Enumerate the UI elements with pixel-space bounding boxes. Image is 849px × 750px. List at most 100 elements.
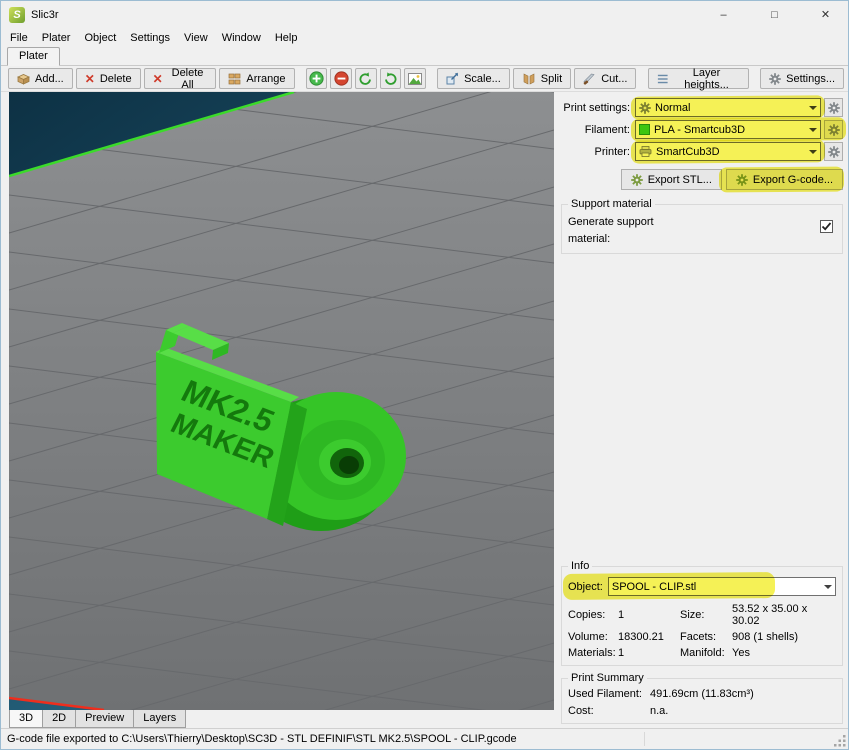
window-title: Slic3r <box>31 8 59 21</box>
object-select[interactable]: SPOOL - CLIP.stl <box>607 577 836 596</box>
menu-window[interactable]: Window <box>215 30 268 46</box>
add-button[interactable]: Add... <box>8 68 73 89</box>
tab-2d[interactable]: 2D <box>42 710 77 728</box>
app-icon: S <box>9 6 25 23</box>
filament-select[interactable]: PLA - Smartcub3D <box>635 120 821 139</box>
menu-plater[interactable]: Plater <box>35 30 78 46</box>
view-tabs: 3D 2D Preview Layers <box>9 710 554 728</box>
export-buttons-row: Export STL... Export G-code... <box>561 169 843 190</box>
arrange-button[interactable]: Arrange <box>219 68 295 89</box>
panel-spacer <box>561 254 843 554</box>
cut-button[interactable]: Cut... <box>574 68 637 89</box>
object-value: SPOOL - CLIP.stl <box>611 580 697 593</box>
export-stl-label: Export STL... <box>647 173 712 186</box>
support-row: Generate support material: <box>568 212 836 247</box>
settings-panel: Print settings: Normal Filament: PLA - S… <box>554 92 848 728</box>
chevron-down-icon[interactable] <box>820 578 835 595</box>
materials-label: Materials: <box>568 647 616 659</box>
3d-viewport[interactable]: MK2.5 MAKER <box>9 92 554 710</box>
chevron-down-icon[interactable] <box>805 99 820 116</box>
filament-row: Filament: PLA - Smartcub3D <box>561 120 843 139</box>
toolbar: Add... ✕ Delete ✕ Delete All Arrange Sca… <box>1 66 848 92</box>
notebook-tabs: Plater <box>1 47 848 66</box>
image-icon <box>407 72 422 85</box>
close-button[interactable]: ✕ <box>803 1 848 28</box>
export-gcode-icon <box>736 174 748 186</box>
status-message: G-code file exported to C:\Users\Thierry… <box>7 733 517 745</box>
object-label: Object: <box>568 580 603 593</box>
minus-circle-icon <box>334 71 349 86</box>
split-button[interactable]: Split <box>512 68 572 89</box>
maximize-button[interactable]: □ <box>752 1 797 28</box>
scale-button[interactable]: Scale... <box>437 68 510 89</box>
export-stl-icon <box>631 174 643 186</box>
menu-view[interactable]: View <box>177 30 215 46</box>
layer-heights-button-label: Layer heights... <box>684 66 729 91</box>
printer-icon <box>639 146 652 157</box>
rotate-ccw-button[interactable] <box>355 68 377 89</box>
info-group: Info Object: SPOOL - CLIP.stl Copies: 1 … <box>561 560 843 666</box>
delete-button[interactable]: ✕ Delete <box>75 68 141 89</box>
tab-3d[interactable]: 3D <box>9 710 44 728</box>
print-settings-select[interactable]: Normal <box>635 98 821 117</box>
facets-value: 908 (1 shells) <box>732 631 799 643</box>
resize-grip[interactable] <box>833 734 847 748</box>
status-divider <box>644 732 645 746</box>
layer-heights-icon <box>657 74 668 83</box>
facets-label: Facets: <box>680 631 717 643</box>
menu-object[interactable]: Object <box>77 30 123 46</box>
size-label: Size: <box>680 609 705 621</box>
remove-copy-button[interactable] <box>330 68 353 89</box>
printer-gear-button[interactable] <box>824 142 843 161</box>
used-filament-value: 491.69cm (11.83cm³) <box>650 688 754 700</box>
copies-value: 1 <box>618 609 625 621</box>
generate-support-label: Generate support material: <box>568 216 654 245</box>
arrange-icon <box>229 73 241 84</box>
layer-heights-button[interactable]: Layer heights... <box>647 66 749 91</box>
arrange-button-label: Arrange <box>246 72 286 85</box>
print-summary-legend: Print Summary <box>571 672 644 684</box>
change-view-button[interactable] <box>404 68 426 89</box>
scale-icon <box>446 72 459 85</box>
print-settings-row: Print settings: Normal <box>561 98 843 117</box>
print-summary-grid: Used Filament: 491.69cm (11.83cm³) Cost:… <box>568 686 836 717</box>
menu-settings[interactable]: Settings <box>123 30 177 46</box>
support-material-group: Support material Generate support materi… <box>561 198 843 254</box>
used-filament-label: Used Filament: <box>568 688 642 700</box>
delete-all-button[interactable]: ✕ Delete All <box>143 67 217 91</box>
gear-icon <box>639 102 651 114</box>
add-button-label: Add... <box>35 72 64 85</box>
filament-color-swatch-icon <box>639 124 650 135</box>
volume-label: Volume: <box>568 631 608 643</box>
export-stl-button[interactable]: Export STL... <box>620 169 722 190</box>
export-gcode-button[interactable]: Export G-code... <box>725 169 843 190</box>
printer-row: Printer: SmartCub3D <box>561 142 843 161</box>
minimize-button[interactable]: – <box>701 1 746 28</box>
chevron-down-icon[interactable] <box>805 143 820 160</box>
menu-file[interactable]: File <box>3 30 35 46</box>
filament-label: Filament: <box>584 123 630 136</box>
chevron-down-icon[interactable] <box>805 121 820 138</box>
menu-help[interactable]: Help <box>268 30 305 46</box>
tab-layers[interactable]: Layers <box>133 710 187 728</box>
generate-support-checkbox[interactable] <box>820 220 833 233</box>
settings-button-label: Settings... <box>786 72 836 85</box>
print-settings-gear-button[interactable] <box>824 98 843 117</box>
export-gcode-label: Export G-code... <box>752 173 833 186</box>
settings-button[interactable]: Settings... <box>760 68 845 89</box>
tab-preview[interactable]: Preview <box>75 710 135 728</box>
hub-hole-inner <box>339 456 359 474</box>
add-copy-button[interactable] <box>305 68 328 89</box>
printer-select[interactable]: SmartCub3D <box>635 142 821 161</box>
volume-value: 18300.21 <box>618 631 664 643</box>
tab-plater[interactable]: Plater <box>7 47 60 66</box>
split-button-label: Split <box>540 72 563 85</box>
support-material-legend: Support material <box>571 198 652 210</box>
filament-gear-button[interactable] <box>824 120 843 139</box>
materials-value: 1 <box>618 647 625 659</box>
cut-icon <box>583 73 595 85</box>
rotate-cw-button[interactable] <box>379 68 402 89</box>
print-settings-value: Normal <box>655 101 691 114</box>
info-grid: Copies: 1 Size: 53.52 x 35.00 x 30.02 Vo… <box>568 603 836 659</box>
main-area: MK2.5 MAKER 3D 2D Preview Layers Print s… <box>1 92 848 728</box>
